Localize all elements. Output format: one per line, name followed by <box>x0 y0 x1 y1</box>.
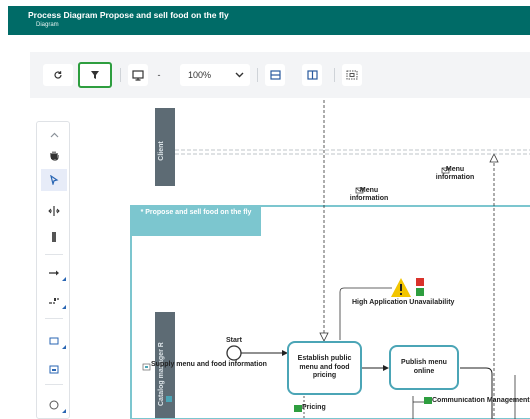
risk-label[interactable]: High Application Unavailability <box>352 299 454 307</box>
palette-collapse-button[interactable] <box>37 124 71 146</box>
data-object-fill <box>145 366 148 368</box>
refresh-icon <box>54 71 62 79</box>
pointer-icon <box>50 175 59 185</box>
expand-indicator <box>62 345 66 349</box>
supply-data-label[interactable]: Supply menu and food information <box>151 361 275 369</box>
note-icon <box>49 365 59 373</box>
warning-dot <box>400 293 402 295</box>
expand-indicator <box>62 305 66 309</box>
present-button[interactable] <box>128 64 148 86</box>
note-tool[interactable] <box>37 358 71 380</box>
toolbar-divider <box>334 68 335 82</box>
rectangle-icon <box>49 337 59 345</box>
expand-indicator <box>62 277 66 281</box>
chevron-down-icon <box>235 72 244 78</box>
event-tool[interactable] <box>37 394 71 416</box>
toolbar-divider <box>257 68 258 82</box>
sequence-flow <box>460 367 493 419</box>
sequence-flow-tool[interactable] <box>37 262 71 284</box>
task-establish-pricing[interactable]: Establish public menu and food pricing <box>287 341 362 395</box>
zoom-select[interactable]: 100% <box>180 64 250 86</box>
rows-icon <box>269 70 281 80</box>
risk-connector <box>339 287 392 340</box>
hand-icon <box>50 151 59 161</box>
space-tool[interactable] <box>37 200 71 222</box>
connector-tool[interactable] <box>37 290 71 312</box>
toolbar: - 100% <box>30 52 530 98</box>
data-object-icon <box>424 397 432 404</box>
pool-title: * Propose and sell food on the fly <box>140 209 252 216</box>
fit-icon <box>346 70 358 80</box>
risk-green-indicator <box>416 288 424 296</box>
palette-divider <box>45 254 63 255</box>
arrow-right-icon <box>49 270 59 276</box>
palette-divider <box>45 384 63 385</box>
risk-red-indicator <box>416 278 424 286</box>
pricing-data-label[interactable]: Pricing <box>302 404 332 412</box>
page-subtitle: Diagram <box>36 22 59 28</box>
circle-icon <box>49 400 59 410</box>
comm-data-label[interactable]: Communication Management <box>432 397 530 405</box>
message-flow-arrow <box>319 332 329 342</box>
shape-palette <box>36 121 70 419</box>
select-tool[interactable] <box>41 169 67 191</box>
catalog-lane-label: Catalog manager R <box>158 342 165 406</box>
lane-tool[interactable] <box>37 226 71 248</box>
fit-screen-button[interactable] <box>342 64 362 86</box>
client-lane-label: Client <box>158 141 165 161</box>
filter-icon <box>91 71 99 79</box>
message-flow-arrow <box>489 153 499 163</box>
connector-icon <box>49 298 59 304</box>
refresh-button[interactable] <box>43 64 73 86</box>
columns-icon <box>306 70 318 80</box>
expand-indicator <box>62 409 66 413</box>
warning-mark <box>400 284 402 291</box>
pan-tool[interactable] <box>37 144 71 166</box>
start-event[interactable] <box>226 345 242 361</box>
column-icon <box>52 232 56 242</box>
chevron-up-icon <box>50 132 58 138</box>
toolbar-divider <box>120 68 121 82</box>
menu-info-message-right[interactable]: Menu information <box>431 166 479 182</box>
vertical-layout-button[interactable] <box>302 64 322 86</box>
menu-info-message-left[interactable]: Menu information <box>346 187 392 203</box>
data-object-icon <box>294 405 302 412</box>
horizontal-layout-button[interactable] <box>265 64 285 86</box>
zoom-value: 100% <box>188 70 212 80</box>
monitor-icon <box>132 69 144 81</box>
rectangle-tool[interactable] <box>37 330 71 352</box>
start-label: Start <box>226 337 242 344</box>
filter-button[interactable] <box>78 62 112 88</box>
task-publish-menu[interactable]: Publish menu online <box>389 345 459 390</box>
page-title: Process Diagram Propose and sell food on… <box>28 10 229 20</box>
palette-divider <box>45 318 63 319</box>
zoom-out-button[interactable]: - <box>152 64 166 86</box>
split-icon <box>48 206 60 216</box>
